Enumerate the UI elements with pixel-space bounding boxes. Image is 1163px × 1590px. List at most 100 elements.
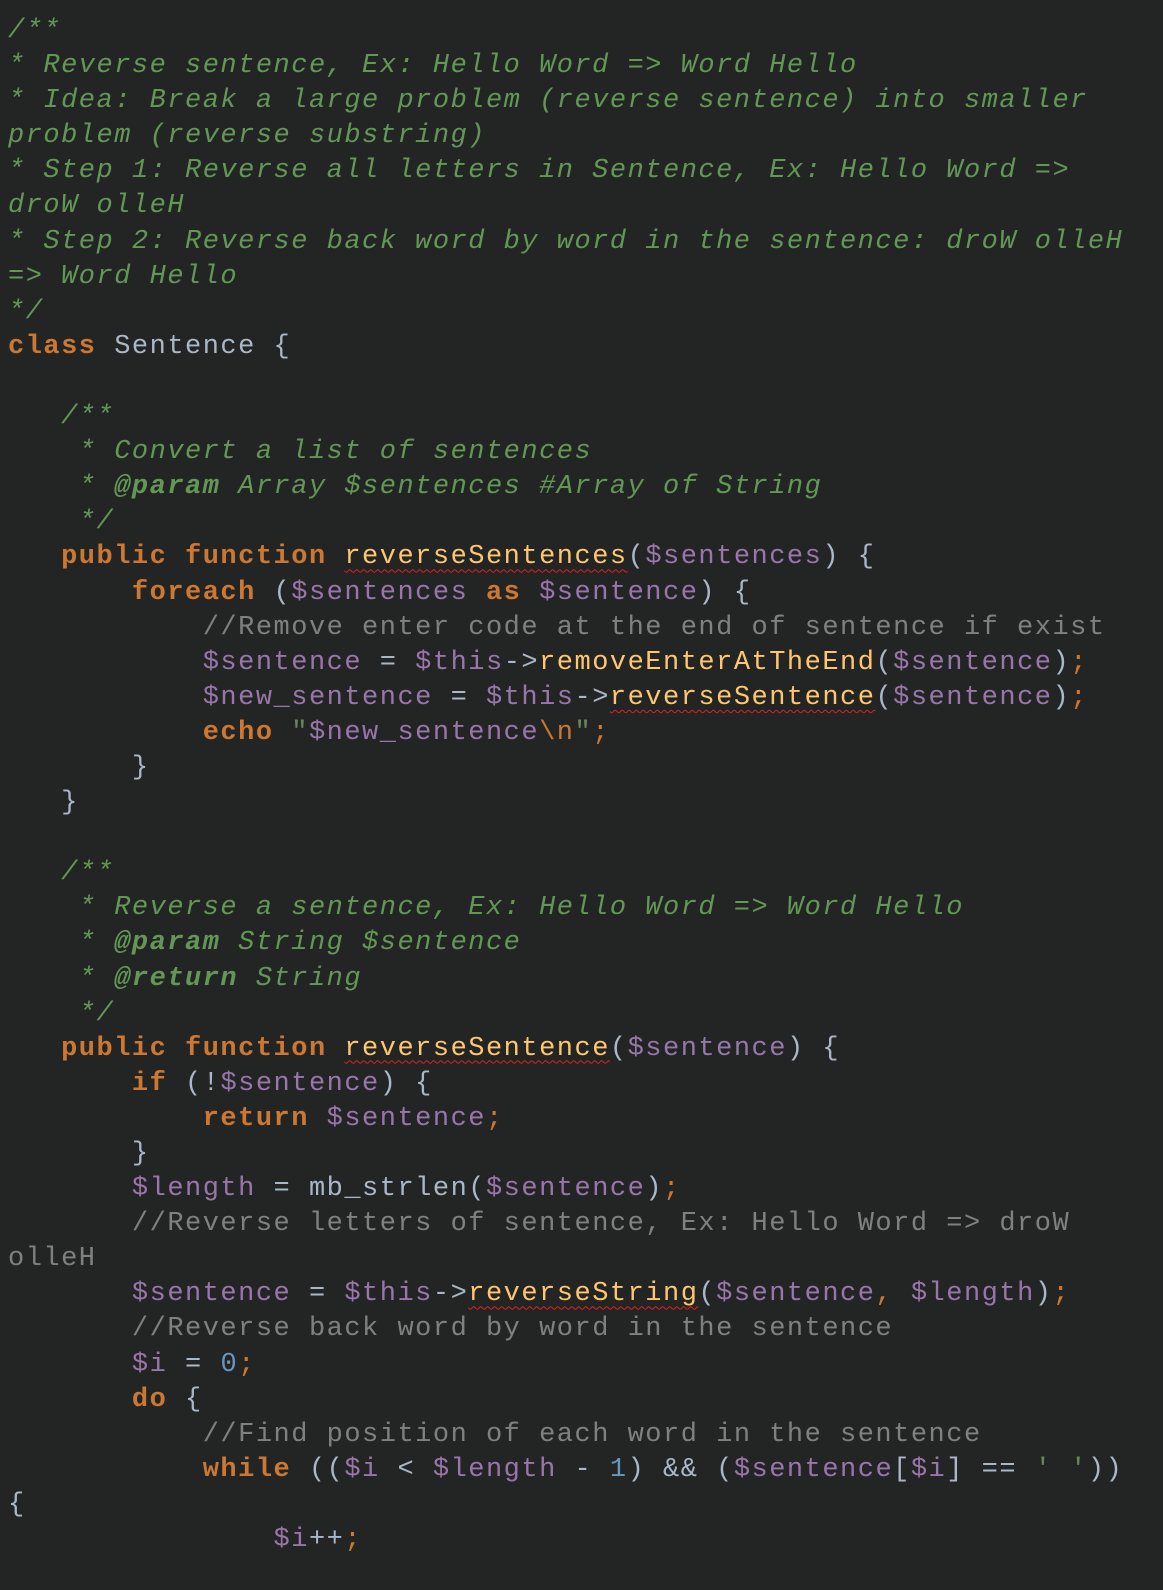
code-line[interactable]: //Reverse letters of sentence, Ex: Hello… [8, 1207, 1163, 1242]
variable: $sentence [539, 577, 699, 608]
code-line[interactable]: */ [8, 997, 1163, 1032]
code-line[interactable]: /** [8, 856, 1163, 891]
code-line[interactable]: } [8, 786, 1163, 821]
comment: olleH [8, 1244, 97, 1275]
code-line[interactable]: * @return String [8, 962, 1163, 997]
variable: $sentences [291, 577, 469, 608]
variable: $sentence [220, 1068, 380, 1099]
code-line[interactable]: $sentence = $this->removeEnterAtTheEnd($… [8, 646, 1163, 681]
code-line[interactable]: $i = 0; [8, 1348, 1163, 1383]
code-line[interactable]: * Step 2: Reverse back word by word in t… [8, 225, 1163, 260]
code-line[interactable]: * @param Array $sentences #Array of Stri… [8, 470, 1163, 505]
doc-comment: Array $sentences #Array of String [220, 472, 823, 503]
code-line[interactable] [8, 365, 1163, 400]
code-line[interactable]: * @param String $sentence [8, 926, 1163, 961]
code-line[interactable]: * Idea: Break a large problem (reverse s… [8, 84, 1163, 119]
code-line[interactable]: while (($i < $length - 1) && ($sentence[… [8, 1453, 1163, 1488]
code-line[interactable]: $sentence = $this->reverseString($senten… [8, 1277, 1163, 1312]
code-text: ] == [946, 1454, 1035, 1485]
code-line[interactable]: /** [8, 400, 1163, 435]
code-line[interactable]: */ [8, 505, 1163, 540]
code-line[interactable]: //Reverse back word by word in the sente… [8, 1312, 1163, 1347]
doc-tag: @param [114, 472, 221, 503]
punctuation: ; [1070, 647, 1088, 678]
doc-comment: String $sentence [220, 928, 522, 959]
code-text: ) { [698, 577, 752, 608]
punctuation: ; [1070, 682, 1088, 713]
code-line[interactable]: } [8, 751, 1163, 786]
doc-comment: problem (reverse substring) [8, 121, 486, 152]
code-line[interactable]: do { [8, 1383, 1163, 1418]
doc-comment: /** [8, 402, 115, 433]
code-line[interactable]: { [8, 1488, 1163, 1523]
variable: $i [910, 1454, 947, 1485]
code-line[interactable]: $length = mb_strlen($sentence); [8, 1172, 1163, 1207]
code-line[interactable]: echo "$new_sentence\n"; [8, 716, 1163, 751]
code-line[interactable]: $i++; [8, 1523, 1163, 1558]
punctuation: , [875, 1279, 911, 1310]
code-text: } [8, 752, 150, 783]
code-line[interactable]: * Reverse sentence, Ex: Hello Word => Wo… [8, 49, 1163, 84]
doc-comment: * [8, 928, 115, 959]
code-text: ) [645, 1174, 664, 1205]
code-line[interactable]: } [8, 1137, 1163, 1172]
code-text: ++ [308, 1525, 345, 1556]
code-text: ( [627, 542, 646, 573]
code-text: = [291, 1279, 345, 1310]
code-text: = mb_strlen( [255, 1174, 486, 1205]
code-text: (( [291, 1454, 345, 1485]
code-line[interactable]: public function reverseSentence($sentenc… [8, 1032, 1163, 1067]
code-text: ) && ( [627, 1454, 734, 1485]
code-line[interactable] [8, 821, 1163, 856]
keyword: foreach [131, 577, 256, 608]
variable: $new_sentence [202, 682, 433, 713]
code-text: ) [1052, 682, 1071, 713]
code-line[interactable]: => Word Hello [8, 260, 1163, 295]
doc-tag: @return [114, 963, 239, 994]
code-line[interactable]: //Remove enter code at the end of senten… [8, 611, 1163, 646]
code-line[interactable]: return $sentence; [8, 1102, 1163, 1137]
code-line[interactable]: public function reverseSentences($senten… [8, 540, 1163, 575]
variable: $sentence [893, 682, 1053, 713]
keyword: while [202, 1454, 292, 1485]
code-line[interactable]: * Convert a list of sentences [8, 435, 1163, 470]
code-line[interactable]: * Step 1: Reverse all letters in Sentenc… [8, 154, 1163, 189]
code-line[interactable]: * Reverse a sentence, Ex: Hello Word => … [8, 891, 1163, 926]
code-text: ( [875, 647, 894, 678]
code-line[interactable]: //Find position of each word in the sent… [8, 1418, 1163, 1453]
code-line[interactable]: class Sentence { [8, 330, 1163, 365]
misspelled-method-name: reverseString [468, 1279, 699, 1310]
punctuation: ; [238, 1349, 256, 1380]
code-line[interactable]: olleH [8, 1242, 1163, 1277]
variable: $i [273, 1525, 309, 1556]
doc-comment: /** [8, 16, 62, 46]
punctuation: ; [663, 1174, 681, 1205]
code-line[interactable]: $new_sentence = $this->reverseSentence($… [8, 681, 1163, 716]
code-text: ) { [786, 1033, 841, 1064]
code-line[interactable]: */ [8, 295, 1163, 330]
variable: $length [131, 1174, 256, 1205]
code-line[interactable]: foreach ($sentences as $sentence) { [8, 576, 1163, 611]
variable: $sentence [326, 1103, 486, 1134]
code-line[interactable]: problem (reverse substring) [8, 119, 1163, 154]
misspelled-method-name: reverseSentences [344, 542, 628, 573]
code-line[interactable]: /** [8, 14, 1163, 49]
code-editor[interactable]: /** * Reverse sentence, Ex: Hello Word =>… [0, 0, 1163, 1558]
variable: $this [415, 647, 504, 678]
code-line[interactable]: droW olleH [8, 189, 1163, 224]
code-line[interactable]: if (!$sentence) { [8, 1067, 1163, 1102]
keyword: echo [202, 717, 274, 748]
